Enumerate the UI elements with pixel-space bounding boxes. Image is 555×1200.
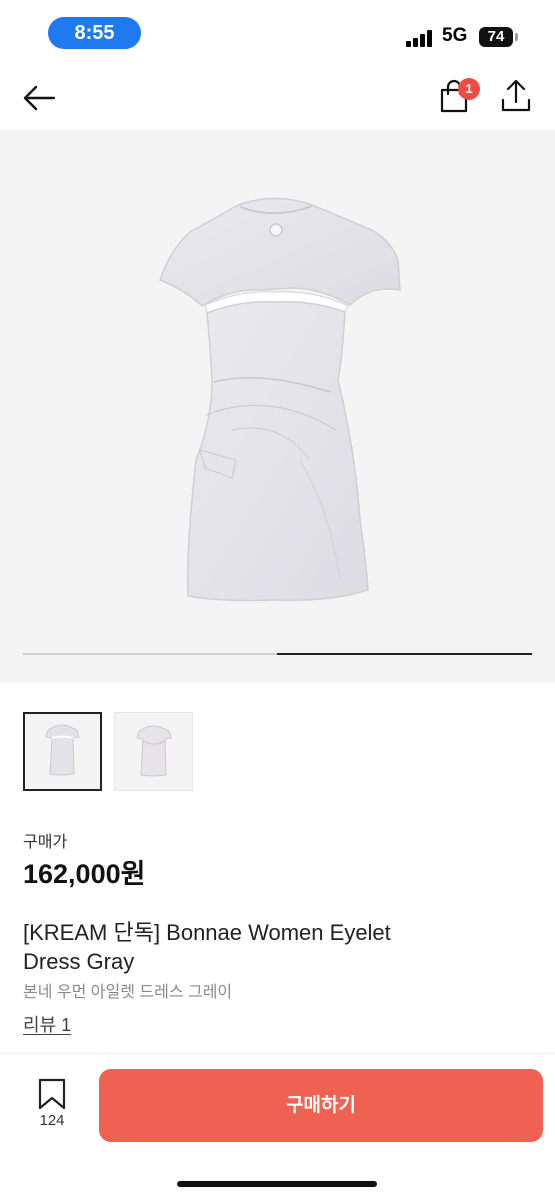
arrow-left-icon <box>23 85 56 111</box>
thumbnail-2[interactable] <box>114 712 193 791</box>
product-title: [KREAM 단독] Bonnae Women Eyelet Dress Gra… <box>23 920 391 974</box>
back-button[interactable] <box>20 78 60 118</box>
carousel-progress-indicator <box>277 653 532 655</box>
product-image-carousel[interactable] <box>0 130 555 683</box>
battery-icon: 74 <box>479 27 513 47</box>
status-bar: 8:55 5G 74 <box>0 0 555 62</box>
cellular-signal-icon <box>406 29 436 47</box>
share-icon <box>501 79 531 112</box>
product-price: 162,000원 <box>23 859 146 889</box>
price-label: 구매가 <box>23 834 68 851</box>
wishlist-button[interactable]: 124 <box>26 1077 78 1137</box>
top-nav: 1 <box>0 62 555 130</box>
home-indicator <box>177 1181 377 1187</box>
product-subtitle: 본네 우먼 아일렛 드레스 그레이 <box>23 984 233 1001</box>
cart-badge: 1 <box>458 78 480 100</box>
network-type: 5G <box>442 25 468 46</box>
buy-button[interactable]: 구매하기 <box>99 1069 543 1142</box>
bookmark-icon <box>38 1078 66 1110</box>
product-image <box>159 197 401 602</box>
status-time: 8:55 <box>48 17 141 49</box>
wishlist-count: 124 <box>39 1112 65 1129</box>
battery-cap <box>515 33 518 41</box>
review-link[interactable]: 리뷰 1 <box>23 1011 71 1037</box>
share-button[interactable] <box>496 76 536 116</box>
thumbnail-1[interactable] <box>23 712 102 791</box>
thumbnail-image <box>136 725 172 777</box>
thumbnail-image <box>45 724 80 776</box>
